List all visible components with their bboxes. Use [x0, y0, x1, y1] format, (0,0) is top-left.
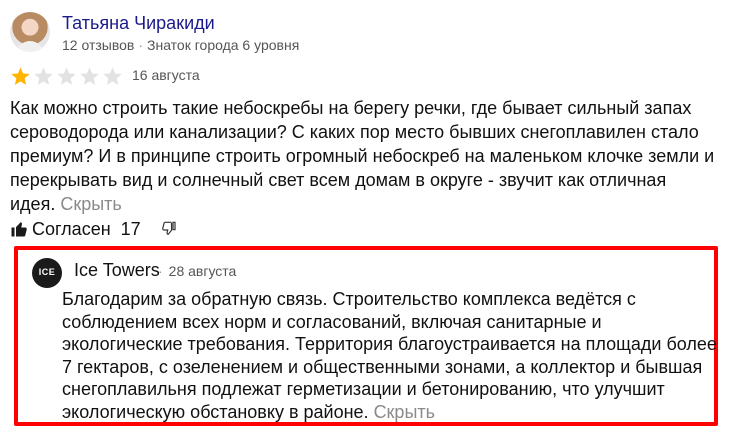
star-empty-icon [103, 67, 122, 85]
business-reply: ICE Ice Towers · 28 августа Благодарим за… [14, 246, 718, 426]
reviews-count[interactable]: 12 отзывов [62, 37, 134, 53]
reply-text: Благодарим за обратную связь. Строительс… [62, 288, 717, 423]
review-hide-link[interactable]: Скрыть [60, 194, 121, 214]
reply-date-text: 28 августа [168, 263, 237, 279]
agree-label: Согласен [32, 218, 111, 239]
business-logo[interactable]: ICE [32, 258, 62, 288]
review-actions: Согласен 17 [10, 218, 177, 240]
agree-button[interactable]: Согласен 17 [10, 219, 141, 240]
review-text: Как можно строить такие небоскребы на бе… [10, 96, 715, 216]
avatar[interactable] [10, 12, 50, 52]
reply-hide-link[interactable]: Скрыть [374, 402, 435, 422]
thumbs-up-icon [10, 220, 28, 238]
star-filled-icon [11, 67, 30, 85]
disagree-button[interactable] [161, 221, 177, 237]
business-name[interactable]: Ice Towers [74, 260, 160, 281]
author-name[interactable]: Татьяна Чиракиди [62, 13, 215, 34]
reply-date: · 28 августа [158, 263, 237, 279]
star-empty-icon [80, 67, 99, 85]
star-empty-icon [57, 67, 76, 85]
author-level: Знаток города 6 уровня [147, 37, 300, 53]
thumbs-down-icon [161, 221, 177, 237]
review-date: 16 августа [132, 67, 200, 83]
star-empty-icon [34, 67, 53, 85]
author-meta: 12 отзывов · Знаток города 6 уровня [62, 37, 300, 53]
rating-stars [10, 66, 123, 87]
agree-count: 17 [120, 218, 141, 239]
